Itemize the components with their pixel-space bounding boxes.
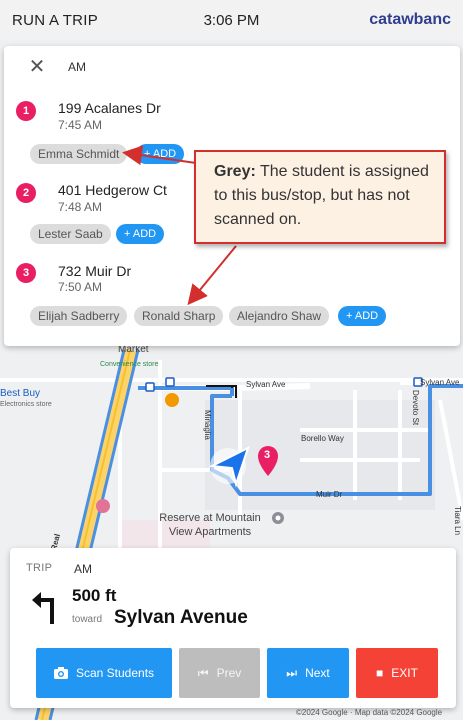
left-turn-icon <box>32 592 54 624</box>
add-student-button[interactable]: + ADD <box>136 144 185 164</box>
exit-label: EXIT <box>391 666 418 680</box>
map-label-borello-way: Borello Way <box>301 434 344 443</box>
toward-label: toward <box>72 614 103 625</box>
stop-number-3: 3 <box>16 263 36 283</box>
navigation-panel: TRIP AM 500 ft toward Sylvan Avenue Scan… <box>10 548 456 708</box>
page-title: RUN A TRIP <box>12 11 99 29</box>
scan-students-label: Scan Students <box>75 666 155 680</box>
stop-number-2: 2 <box>16 183 36 203</box>
add-student-button[interactable]: + ADD <box>338 306 387 326</box>
student-chip[interactable]: Elijah Sadberry <box>30 306 128 326</box>
stop-address-3: 732 Muir Dr <box>58 263 132 279</box>
trip-value: AM <box>74 562 92 576</box>
camera-icon <box>53 667 68 679</box>
map-label-convenience: Convenience store <box>100 361 159 368</box>
top-bar: RUN A TRIP 3:06 PM catawbanc <box>0 0 463 40</box>
stop-time-3: 7:50 AM <box>58 280 103 294</box>
map-label-sylvan-ave: Sylvan Ave <box>246 380 286 389</box>
map-label-tiara-ln: Tiara Ln <box>453 506 462 536</box>
stop-time-2: 7:48 AM <box>58 200 103 214</box>
map-poi-reserve: Reserve at Mountain View Apartments <box>159 512 261 538</box>
stop-icon: ■ <box>376 666 384 680</box>
student-chip[interactable]: Alejandro Shaw <box>229 306 330 326</box>
stop-address-2: 401 Hedgerow Ct <box>58 182 167 198</box>
student-chip[interactable]: Emma Schmidt <box>30 144 128 164</box>
map-label-devoto-st: Devoto St <box>411 390 420 426</box>
next-button[interactable]: ⏭ Next <box>267 648 349 698</box>
toward-street: Sylvan Avenue <box>114 607 248 628</box>
map-stop-marker[interactable]: 3 <box>264 449 270 461</box>
map-label-sylvan-ave-right: Sylvan Ave <box>420 378 460 387</box>
brand-name: catawbanc <box>369 11 451 28</box>
trip-label: TRIP <box>26 562 53 574</box>
prev-button[interactable]: ⏮ Prev <box>179 648 260 698</box>
stops-panel-period: AM <box>68 60 86 74</box>
map-label-best-buy-sub: Electronics store <box>0 401 52 408</box>
stop-time-1: 7:45 AM <box>58 118 103 132</box>
callout-annotation: Grey: The student is assigned to this bu… <box>194 150 446 244</box>
exit-button[interactable]: ■ EXIT <box>356 648 438 698</box>
map-label-best-buy: Best Buy <box>0 388 41 399</box>
scan-students-button[interactable]: Scan Students <box>36 648 172 698</box>
skip-previous-icon: ⏮ <box>197 665 209 680</box>
prev-label: Prev <box>216 666 242 680</box>
stop-address-1: 199 Acalanes Dr <box>58 100 161 116</box>
student-chip[interactable]: Lester Saab <box>30 224 111 244</box>
add-student-button[interactable]: + ADD <box>116 224 165 244</box>
close-icon[interactable]: ✕ <box>26 56 48 78</box>
student-chip[interactable]: Ronald Sharp <box>134 306 224 326</box>
skip-next-icon: ⏭ <box>286 665 298 680</box>
turn-distance: 500 ft <box>72 586 117 605</box>
next-label: Next <box>305 666 330 680</box>
map-label-muir-dr: Muir Dr <box>316 490 343 499</box>
map-label-minaglia: Minaglia <box>203 410 212 440</box>
map-attribution: ©2024 Google · Map data ©2024 Google <box>296 708 443 717</box>
callout-bold: Grey: <box>214 163 256 180</box>
stop-number-1: 1 <box>16 101 36 121</box>
